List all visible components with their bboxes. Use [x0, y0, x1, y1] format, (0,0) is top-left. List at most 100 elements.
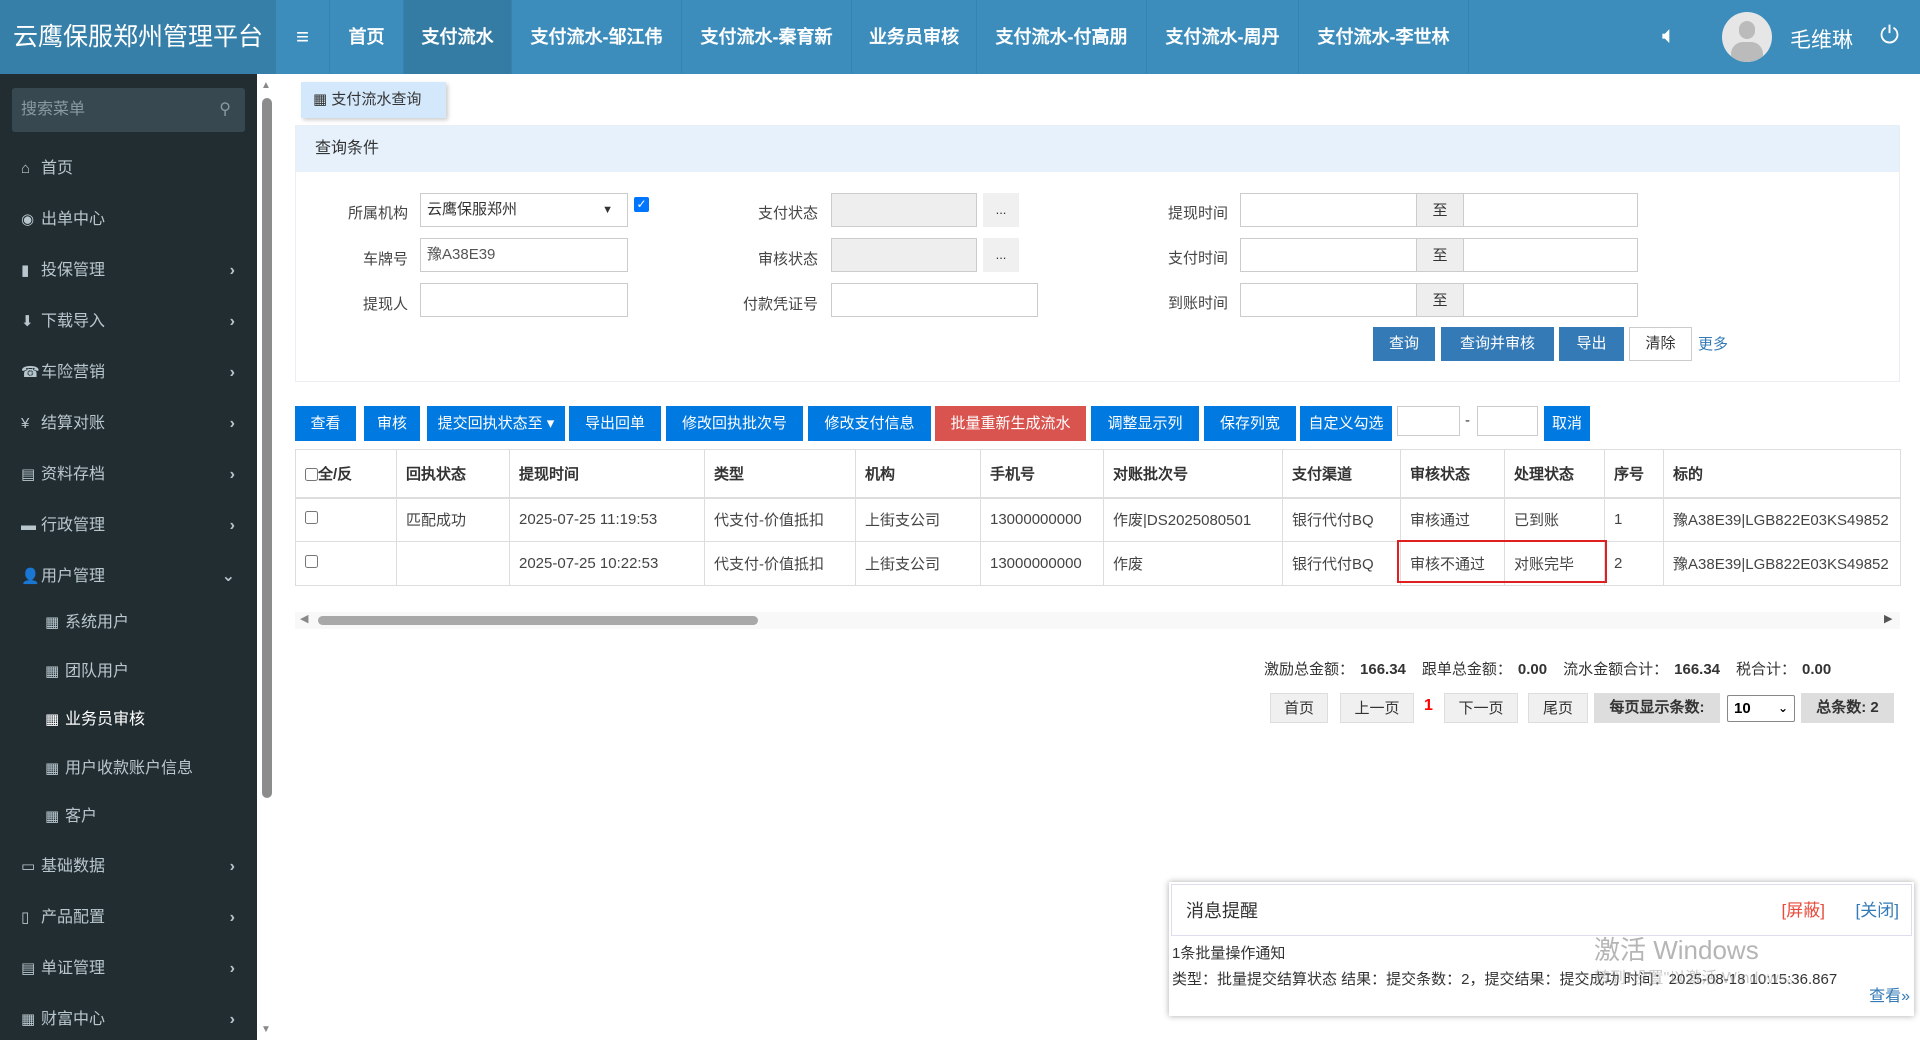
nav-tab[interactable]: 支付流水 [404, 0, 512, 74]
sidebar-item[interactable]: ▤ 单证管理 › [0, 947, 257, 991]
row-checkbox[interactable] [305, 511, 318, 525]
date-start-input[interactable] [1240, 238, 1417, 272]
next-page-button[interactable]: 下一页 [1444, 693, 1518, 723]
pay-status-input[interactable] [831, 193, 977, 227]
last-page-button[interactable]: 尾页 [1528, 693, 1588, 723]
sidebar-subitem[interactable]: ▦ 业务员审核 [0, 698, 257, 742]
toolbar-button[interactable]: 修改支付信息 [808, 406, 931, 441]
range-start-input[interactable] [1397, 406, 1460, 436]
toolbar-button[interactable]: 批量重新生成流水 [935, 406, 1086, 441]
nav-tab[interactable]: 支付流水-秦育新 [682, 0, 852, 74]
menu-icon: ▦ [21, 1011, 36, 1028]
menu-icon: ◉ [21, 211, 35, 228]
scroll-up-icon[interactable]: ▲ [261, 80, 271, 91]
menu-search-input[interactable]: 搜索菜单 ⚲ [12, 88, 245, 132]
sidebar-subitem[interactable]: ▦ 客户 [0, 795, 257, 839]
scrollbar-thumb[interactable] [262, 98, 272, 798]
nav-tab[interactable]: 业务员审核 [852, 0, 977, 74]
sidebar-item[interactable]: ▤ 资料存档 › [0, 453, 257, 497]
sidebar-item-label: 车险营销 [41, 364, 106, 381]
table-row[interactable]: 2025-07-25 10:22:53 代支付-价值抵扣 上街支公司 13000000… [295, 541, 1901, 586]
toolbar-button[interactable]: 提交回执状态至 ▾ [427, 406, 565, 441]
date-end-input[interactable] [1463, 283, 1638, 317]
nav-tab[interactable]: 支付流水-周丹 [1147, 0, 1299, 74]
toolbar-button[interactable]: 审核 [364, 406, 420, 441]
sidebar-subitem[interactable]: ▦ 团队用户 [0, 650, 257, 694]
nav-tab[interactable]: 支付流水-李世林 [1299, 0, 1469, 74]
query-button[interactable]: 查询 [1373, 327, 1435, 361]
sidebar-subitem[interactable]: ▦ 系统用户 [0, 601, 257, 645]
more-link[interactable]: 更多 [1698, 333, 1728, 354]
sidebar-item[interactable]: 👤用户管理 ⌄ [0, 555, 257, 599]
table-cell: 豫A38E39|LGB822E03KS49852 [1663, 541, 1901, 586]
withdrawer-input[interactable] [420, 283, 628, 317]
column-header[interactable]: 全/反 [295, 449, 397, 499]
nav-tab[interactable]: 首页 [330, 0, 404, 74]
sidebar-item[interactable]: ▯ 产品配置 › [0, 896, 257, 940]
sidebar-item[interactable]: ⌂ 首页 [0, 147, 257, 191]
org-select[interactable]: 云鹰保服郑州 ▼ [420, 193, 628, 227]
table-cell[interactable] [295, 541, 397, 586]
sidebar-item[interactable]: ▦ 财富中心 › [0, 998, 257, 1042]
page-tab[interactable]: ▦ 支付流水查询 [301, 82, 446, 118]
date-start-input[interactable] [1240, 283, 1417, 317]
sidebar-item[interactable]: ¥ 结算对账 › [0, 402, 257, 446]
select-all-checkbox[interactable] [305, 467, 318, 481]
sidebar-item[interactable]: ▮ 投保管理 › [0, 249, 257, 293]
date-range-label: 到账时间 [1167, 295, 1228, 312]
sidebar-item[interactable]: ◉ 出单中心 [0, 198, 257, 242]
toolbar-button[interactable]: 调整显示列 [1091, 406, 1199, 441]
menu-toggle-icon[interactable]: ≡ [276, 0, 330, 74]
first-page-button[interactable]: 首页 [1270, 693, 1328, 723]
audit-status-input[interactable] [831, 238, 977, 272]
table-cell: 2 [1604, 541, 1664, 586]
pay-status-picker-button[interactable]: ... [983, 193, 1019, 227]
toolbar-button[interactable]: 导出回单 [569, 406, 661, 441]
range-end-input[interactable] [1477, 406, 1538, 436]
search-icon[interactable]: ⚲ [219, 88, 231, 132]
sidebar-item[interactable]: ☎车险营销 › [0, 351, 257, 395]
scroll-down-icon[interactable]: ▼ [261, 1024, 271, 1035]
scroll-right-icon[interactable]: ▶ [1884, 612, 1892, 625]
sidebar-item[interactable]: ⬇ 下载导入 › [0, 300, 257, 344]
org-include-checkbox[interactable]: ✓ [634, 197, 649, 212]
table-row[interactable]: 匹配成功 2025-07-25 11:19:53 代支付-价值抵扣 上街支公司 1300… [295, 497, 1901, 542]
row-checkbox[interactable] [305, 555, 318, 568]
view-link[interactable]: 查看» [1869, 982, 1910, 1006]
close-link[interactable]: [关闭] [1856, 885, 1899, 937]
avatar[interactable] [1722, 12, 1772, 62]
per-page-select[interactable]: 10 ⌄ [1727, 695, 1795, 722]
table-cell: 作废|DS2025080501 [1103, 497, 1283, 542]
toolbar-button[interactable]: 保存列宽 [1204, 406, 1296, 441]
plate-input[interactable]: 豫A38E39 [420, 238, 628, 272]
date-start-input[interactable] [1240, 193, 1417, 227]
export-button[interactable]: 导出 [1559, 327, 1624, 361]
power-icon[interactable]: ⏻ [1880, 22, 1899, 50]
nav-tab[interactable]: 支付流水-邹江伟 [512, 0, 682, 74]
toolbar-button[interactable]: 查看 [295, 406, 356, 441]
sidebar-item[interactable]: ▬ 行政管理 › [0, 504, 257, 548]
sidebar-item[interactable]: ▭ 基础数据 › [0, 845, 257, 889]
block-link[interactable]: [屏蔽] [1782, 885, 1825, 937]
voucher-input[interactable] [831, 283, 1038, 317]
date-to-label: 至 [1416, 193, 1464, 227]
sidebar-subitem[interactable]: ▦ 用户收款账户信息 [0, 747, 257, 791]
prev-page-button[interactable]: 上一页 [1340, 693, 1414, 723]
nav-tab[interactable]: 支付流水-付高朋 [977, 0, 1147, 74]
menu-icon: ▯ [21, 909, 30, 926]
scroll-left-icon[interactable]: ◀ [300, 612, 308, 625]
horizontal-scrollbar-thumb[interactable] [318, 616, 758, 625]
date-end-input[interactable] [1463, 238, 1638, 272]
table-cell[interactable] [295, 497, 397, 542]
audit-status-picker-button[interactable]: ... [983, 238, 1019, 272]
cancel-button[interactable]: 取消 [1544, 406, 1590, 441]
user-name[interactable]: 毛维琳 [1790, 24, 1853, 54]
date-end-input[interactable] [1463, 193, 1638, 227]
clear-button[interactable]: 清除 [1629, 327, 1692, 361]
toolbar-button[interactable]: 自定义勾选 [1300, 406, 1392, 441]
speaker-icon[interactable]: 🔈︎ [1662, 22, 1676, 50]
toolbar-button[interactable]: 修改回执批次号 [666, 406, 803, 441]
query-audit-button[interactable]: 查询并审核 [1441, 327, 1554, 361]
column-header: 支付渠道 [1282, 449, 1401, 499]
org-label: 所属机构 [347, 205, 408, 222]
